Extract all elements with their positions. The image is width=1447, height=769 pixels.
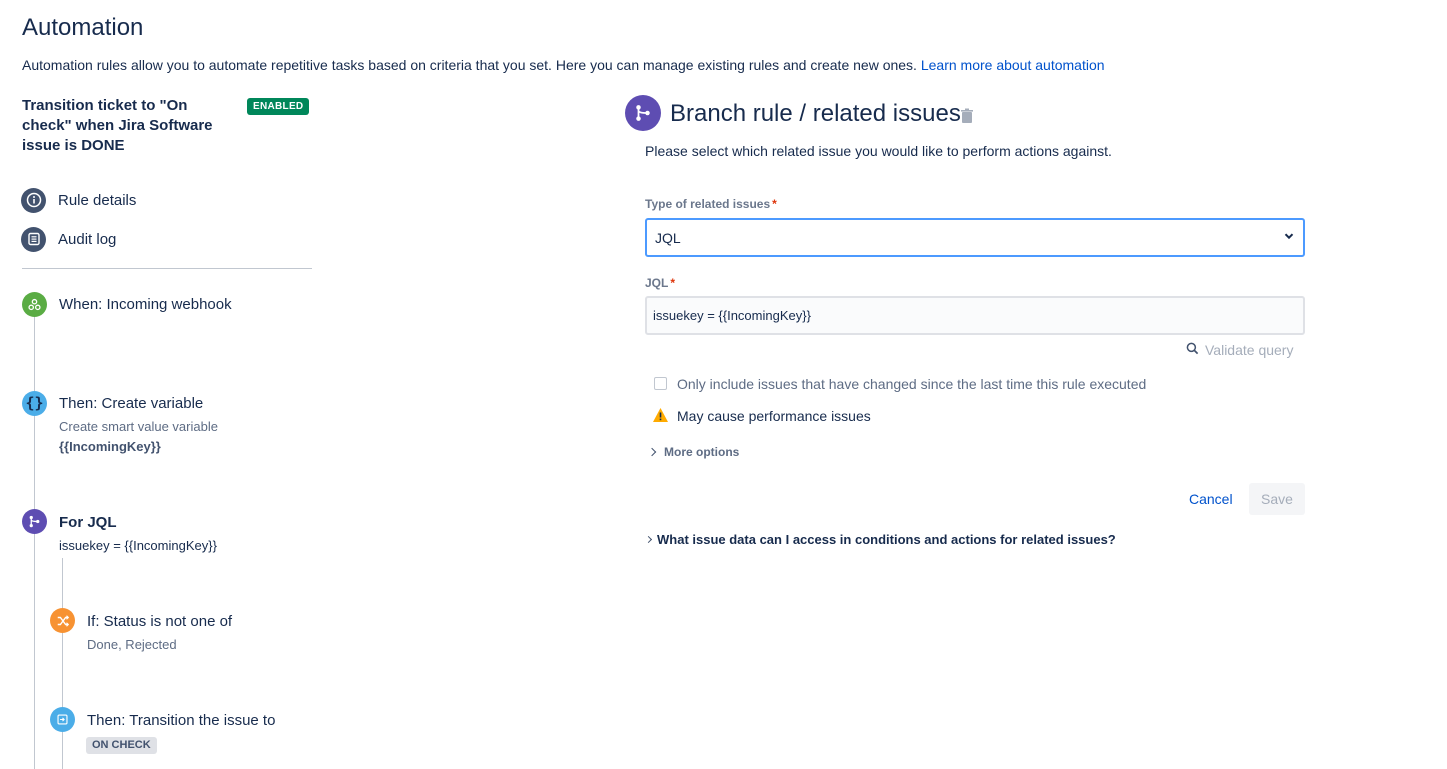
changed-issues-checkbox[interactable] (654, 377, 667, 390)
jql-input[interactable] (645, 296, 1305, 335)
sidebar-divider (22, 268, 312, 269)
nav-audit-log[interactable]: Audit log (21, 226, 116, 252)
required-mark: * (772, 197, 777, 211)
page-description: Automation rules allow you to automate r… (22, 57, 1105, 73)
panel-title: Branch rule / related issues (670, 100, 961, 127)
step-branch-sub: issuekey = {{IncomingKey}} (59, 538, 217, 553)
more-options-toggle[interactable]: More options (647, 445, 740, 459)
trash-icon[interactable] (960, 108, 974, 124)
flow-line-branch (62, 558, 63, 769)
step-condition-sub: Done, Rejected (87, 637, 177, 652)
step-variable-value: {{IncomingKey}} (59, 439, 161, 454)
performance-warning: May cause performance issues (677, 408, 871, 424)
step-action-title[interactable]: Then: Transition the issue to (87, 712, 275, 729)
learn-more-link[interactable]: Learn more about automation (921, 57, 1105, 73)
page-title: Automation (22, 14, 144, 41)
nav-rule-details-label: Rule details (58, 191, 137, 209)
search-icon (1186, 342, 1205, 358)
jql-field-label: JQL * (645, 276, 675, 290)
panel-branch-icon (625, 95, 661, 131)
panel-description: Please select which related issue you wo… (645, 143, 1112, 159)
status-badge[interactable]: ENABLED (247, 98, 310, 115)
required-mark-jql: * (670, 276, 676, 290)
list-icon (21, 226, 46, 252)
step-variable-title[interactable]: Then: Create variable (59, 395, 203, 412)
related-issues-type-select[interactable]: JQL (645, 218, 1305, 257)
cancel-button[interactable]: Cancel (1180, 483, 1242, 515)
step-branch-title[interactable]: For JQL (59, 514, 117, 531)
chevron-right-icon (644, 535, 653, 544)
save-button[interactable]: Save (1249, 483, 1305, 515)
nav-audit-log-label: Audit log (58, 230, 117, 248)
rule-name: Transition ticket to "On check" when Jir… (22, 97, 213, 154)
transition-icon[interactable] (50, 707, 75, 732)
warning-icon (652, 407, 669, 428)
info-icon (21, 187, 46, 213)
braces-icon[interactable]: {} (22, 391, 47, 416)
chevron-right-icon (647, 447, 657, 457)
nav-rule-details[interactable]: Rule details (21, 187, 136, 213)
page-description-text: Automation rules allow you to automate r… (22, 57, 917, 73)
step-variable-sub: Create smart value variable (59, 419, 218, 434)
status-lozenge: ON CHECK (86, 737, 157, 754)
chevron-down-icon (1283, 229, 1295, 247)
branch-icon[interactable] (22, 509, 47, 534)
webhook-icon[interactable] (22, 292, 47, 317)
changed-issues-label[interactable]: Only include issues that have changed si… (677, 376, 1146, 392)
step-condition-title[interactable]: If: Status is not one of (87, 613, 232, 630)
validate-query-button[interactable]: Validate query (1186, 342, 1293, 358)
flow-line-main (34, 316, 35, 769)
select-value: JQL (655, 229, 681, 246)
more-options-label: More options (664, 445, 740, 459)
faq-label: What issue data can I access in conditio… (657, 532, 1116, 547)
shuffle-icon[interactable] (50, 608, 75, 633)
validate-query-label: Validate query (1205, 342, 1294, 358)
step-trigger-title[interactable]: When: Incoming webhook (59, 296, 232, 313)
type-field-label: Type of related issues * (645, 197, 777, 211)
related-issues-faq-toggle[interactable]: What issue data can I access in conditio… (644, 532, 1116, 547)
type-field-label-text: Type of related issues (645, 197, 771, 211)
jql-field-label-text: JQL (645, 276, 669, 290)
